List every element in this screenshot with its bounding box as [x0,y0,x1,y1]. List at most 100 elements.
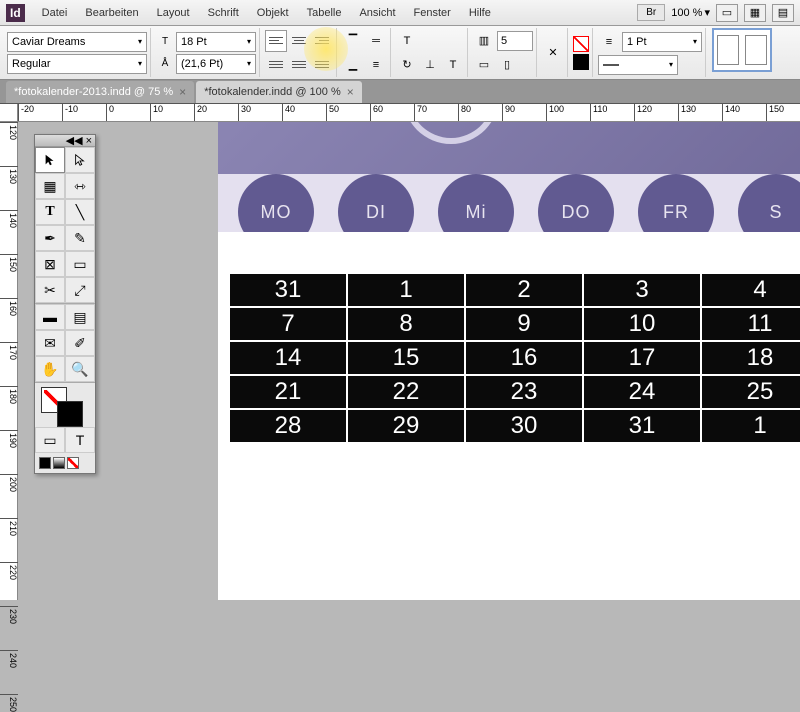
calendar-table[interactable]: 3112347891011141516171821222324252829303… [228,272,800,444]
fill-stroke-swatches[interactable] [35,383,95,427]
calendar-cell[interactable]: 31 [230,274,346,306]
text-frame-button[interactable]: T [396,30,418,52]
horizontal-text-button[interactable]: T [442,54,464,76]
justify-center-button[interactable] [288,54,310,76]
gradient-swatch-tool[interactable]: ▬ [35,304,65,330]
toolbox-header[interactable]: ◀◀× [35,135,95,147]
calendar-cell[interactable]: 4 [702,274,800,306]
calendar-cell[interactable]: 15 [348,342,464,374]
bridge-button[interactable]: Br [637,4,665,21]
calendar-cell[interactable]: 29 [348,410,464,442]
free-transform-tool[interactable]: ⤢ [65,277,95,303]
close-icon[interactable]: × [179,85,186,99]
calendar-cell[interactable]: 21 [230,376,346,408]
direct-selection-tool[interactable] [65,147,95,173]
calendar-cell[interactable]: 1 [348,274,464,306]
calendar-cell[interactable]: 18 [702,342,800,374]
menu-tabelle[interactable]: Tabelle [298,3,351,23]
columns-input[interactable]: 5 [497,31,533,51]
note-tool[interactable]: ✉ [35,330,65,356]
align-center-button[interactable] [288,30,310,52]
gap-tool[interactable]: ⇿ [65,173,95,199]
calendar-cell[interactable]: 3 [584,274,700,306]
menu-fenster[interactable]: Fenster [405,3,460,23]
zoom-tool[interactable]: 🔍 [65,356,95,382]
selection-tool[interactable] [35,147,65,173]
font-family-select[interactable]: Caviar Dreams▾ [7,32,147,52]
pen-tool[interactable]: ✒ [35,225,65,251]
ruler-vertical[interactable]: 1201301401501601701801902002102202302402… [0,122,18,600]
tab-fotokalender-2013[interactable]: *fotokalender-2013.indd @ 75 %× [6,81,194,103]
close-icon[interactable]: × [347,85,354,99]
hand-tool[interactable]: ✋ [35,356,65,382]
type-tool[interactable]: T [35,199,65,225]
gradient-feather-tool[interactable]: ▤ [65,304,95,330]
leading-icon: Å [156,55,174,73]
menu-hilfe[interactable]: Hilfe [460,3,500,23]
stroke-style-select[interactable]: ▾ [598,55,678,75]
font-size-input[interactable]: 18 Pt▾ [176,32,256,52]
menu-layout[interactable]: Layout [148,3,199,23]
ruler-horizontal[interactable]: -20-100102030405060708090100110120130140… [18,104,800,122]
calendar-cell[interactable]: 8 [348,308,464,340]
calendar-cell[interactable]: 11 [702,308,800,340]
menu-schrift[interactable]: Schrift [199,3,248,23]
zoom-level[interactable]: 100 % ▾ [671,6,710,19]
calendar-cell[interactable]: 10 [584,308,700,340]
valign-center-button[interactable]: ═ [365,30,387,52]
calendar-cell[interactable]: 30 [466,410,582,442]
eyedropper-tool[interactable]: ✐ [65,330,95,356]
scissors-tool[interactable]: ✂ [35,277,65,303]
calendar-cell[interactable]: 31 [584,410,700,442]
page-preview[interactable] [712,28,772,72]
ruler-origin[interactable] [0,104,18,122]
calendar-cell[interactable]: 16 [466,342,582,374]
calendar-cell[interactable]: 7 [230,308,346,340]
stroke-weight-input[interactable]: 1 Pt▾ [622,32,702,52]
calendar-cell[interactable]: 23 [466,376,582,408]
menu-datei[interactable]: Datei [33,3,77,23]
arrange-icon[interactable]: ▦ [744,4,766,22]
stroke-swatch[interactable] [573,36,589,52]
formatting-text-button[interactable]: T [65,427,95,453]
calendar-cell[interactable]: 14 [230,342,346,374]
no-break-button[interactable]: ✕ [542,42,564,64]
leading-input[interactable]: (21,6 Pt)▾ [176,54,256,74]
page-tool[interactable]: ▦ [35,173,65,199]
valign-justify-button[interactable]: ≡ [365,54,387,76]
canvas-area[interactable]: MO DI Mi DO FR S 31123478910111415161718… [18,122,800,600]
columns-icon: ▥ [473,30,495,52]
color-mode-row[interactable] [35,453,95,473]
calendar-cell[interactable]: 24 [584,376,700,408]
vertical-text-button[interactable]: ⊥ [419,54,441,76]
calendar-cell[interactable]: 22 [348,376,464,408]
split-cells-button[interactable]: ▯ [496,54,518,76]
pencil-tool[interactable]: ✎ [65,225,95,251]
menu-objekt[interactable]: Objekt [248,3,298,23]
justify-right-button[interactable] [311,54,333,76]
merge-cells-button[interactable]: ▭ [473,54,495,76]
align-right-button[interactable] [311,30,333,52]
calendar-cell[interactable]: 17 [584,342,700,374]
workspace-icon[interactable]: ▤ [772,4,794,22]
tab-fotokalender[interactable]: *fotokalender.indd @ 100 %× [196,81,362,103]
fill-swatch[interactable] [573,54,589,70]
rectangle-frame-tool[interactable]: ⊠ [35,251,65,277]
rectangle-tool[interactable]: ▭ [65,251,95,277]
valign-top-button[interactable]: ▔ [342,30,364,52]
menu-bearbeiten[interactable]: Bearbeiten [76,3,147,23]
align-left-button[interactable] [265,30,287,52]
justify-left-button[interactable] [265,54,287,76]
calendar-cell[interactable]: 9 [466,308,582,340]
line-tool[interactable]: ╲ [65,199,95,225]
rotate-text-button[interactable]: ↻ [396,54,418,76]
calendar-cell[interactable]: 28 [230,410,346,442]
calendar-cell[interactable]: 25 [702,376,800,408]
calendar-cell[interactable]: 1 [702,410,800,442]
menu-ansicht[interactable]: Ansicht [350,3,404,23]
font-style-select[interactable]: Regular▾ [7,54,147,74]
screen-mode-icon[interactable]: ▭ [716,4,738,22]
valign-bottom-button[interactable]: ▁ [342,54,364,76]
formatting-container-button[interactable]: ▭ [35,427,65,453]
calendar-cell[interactable]: 2 [466,274,582,306]
